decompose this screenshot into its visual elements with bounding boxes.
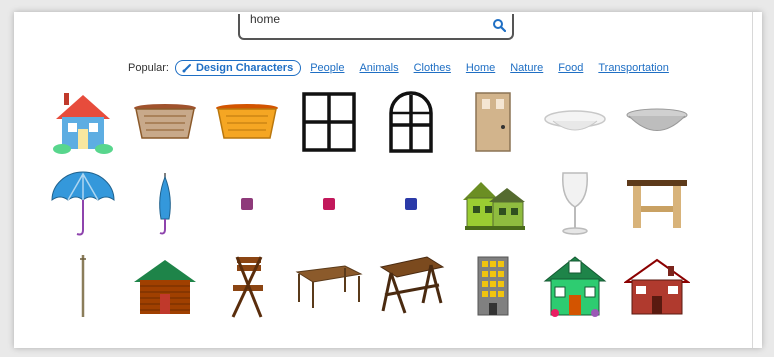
popular-link-animals[interactable]: Animals xyxy=(359,62,398,74)
magenta-cushion-icon xyxy=(323,198,335,210)
clipart-item[interactable] xyxy=(42,168,124,240)
clipart-item[interactable] xyxy=(124,250,206,322)
clipart-item[interactable] xyxy=(452,86,534,158)
search-input[interactable] xyxy=(250,8,476,30)
red-cottage-icon xyxy=(624,258,690,315)
clipart-item[interactable] xyxy=(206,250,288,322)
closed-umbrella-icon xyxy=(159,173,171,235)
search-icon[interactable] xyxy=(492,18,506,32)
popular-link-transportation[interactable]: Transportation xyxy=(598,62,669,74)
clipart-item[interactable] xyxy=(206,168,288,240)
window-icon xyxy=(302,92,356,152)
clipart-item[interactable] xyxy=(124,86,206,158)
folding-chair-icon xyxy=(231,256,263,318)
popular-link-nature[interactable]: Nature xyxy=(510,62,543,74)
basket-orange-icon xyxy=(216,104,278,139)
clipart-item[interactable] xyxy=(370,168,452,240)
green-cottage-icon xyxy=(543,256,607,317)
bowl-icon xyxy=(626,108,688,131)
clipart-item[interactable] xyxy=(616,86,698,158)
clipart-item[interactable] xyxy=(534,168,616,240)
clipart-item[interactable] xyxy=(534,86,616,158)
popular-link-people[interactable]: People xyxy=(310,62,344,74)
popular-link-home[interactable]: Home xyxy=(466,62,495,74)
clipart-item[interactable] xyxy=(616,250,698,322)
open-umbrella-icon xyxy=(51,171,115,236)
clipart-item[interactable] xyxy=(370,250,452,322)
house-icon xyxy=(53,93,113,154)
stool-icon xyxy=(627,180,687,228)
clipart-item[interactable] xyxy=(288,86,370,158)
clipart-item[interactable] xyxy=(452,168,534,240)
clipart-item[interactable] xyxy=(534,250,616,322)
design-characters-label: Design Characters xyxy=(195,62,294,74)
apartment-building-icon xyxy=(477,256,509,316)
walking-stick-icon xyxy=(80,255,86,317)
clipart-item[interactable] xyxy=(616,168,698,240)
clipart-item[interactable] xyxy=(124,168,206,240)
clipart-item[interactable] xyxy=(288,168,370,240)
log-cabin-icon xyxy=(134,260,196,314)
picnic-table-icon xyxy=(379,256,445,314)
blue-cushion-icon xyxy=(405,198,417,210)
popular-link-clothes[interactable]: Clothes xyxy=(414,62,451,74)
clipart-item[interactable] xyxy=(42,86,124,158)
search-box[interactable] xyxy=(238,8,514,40)
popular-label: Popular: xyxy=(128,62,169,74)
clipart-item[interactable] xyxy=(452,250,534,322)
brown-table-icon xyxy=(295,265,363,308)
design-characters-button[interactable]: Design Characters xyxy=(174,60,302,76)
brush-icon xyxy=(182,64,191,73)
door-icon xyxy=(475,92,511,152)
wine-glass-icon xyxy=(562,172,588,235)
clipart-item[interactable] xyxy=(370,86,452,158)
arched-window-icon xyxy=(389,91,433,153)
popular-link-food[interactable]: Food xyxy=(558,62,583,74)
clipart-item[interactable] xyxy=(42,250,124,322)
panel-divider xyxy=(752,12,753,348)
green-house-icon xyxy=(463,182,525,230)
popular-bar: Popular: Design Characters People Animal… xyxy=(128,58,684,78)
plate-icon xyxy=(544,110,606,131)
purple-cushion-icon xyxy=(241,198,253,210)
clipart-item[interactable] xyxy=(288,250,370,322)
clipart-item[interactable] xyxy=(206,86,288,158)
basket-icon xyxy=(134,104,196,139)
